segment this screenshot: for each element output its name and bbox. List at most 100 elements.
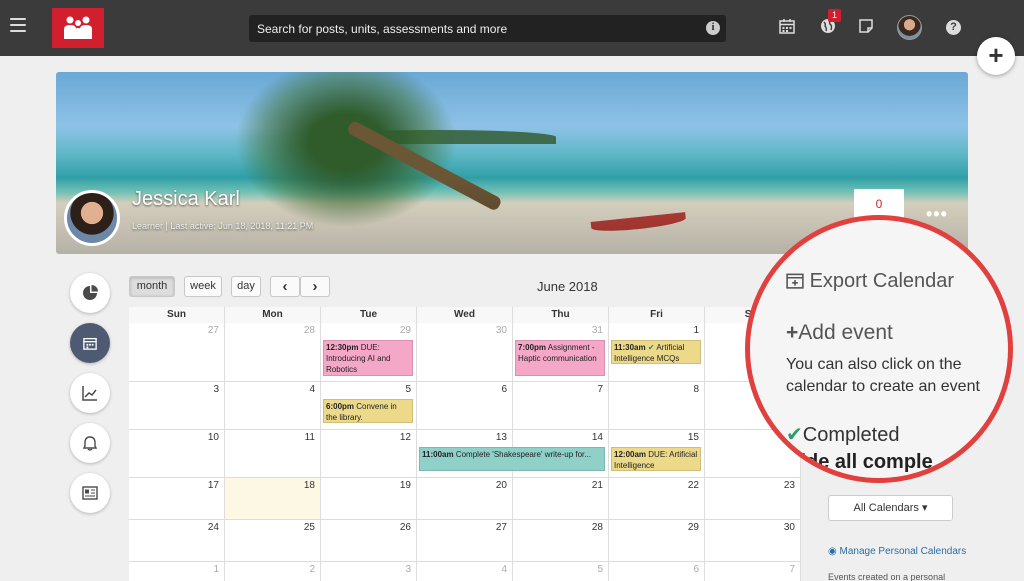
more-options-icon[interactable]: •••: [926, 204, 948, 225]
add-event-link[interactable]: +Add event: [786, 321, 893, 345]
calendar-event[interactable]: 12:30pm DUE: Introducing AI and Robotics: [323, 340, 413, 376]
event-title: Complete 'Shakespeare' write-up for...: [455, 450, 591, 459]
calendar-day-cell[interactable]: 1: [129, 562, 225, 581]
help-icon[interactable]: ?: [946, 20, 961, 35]
export-calendar-link[interactable]: Export Calendar: [786, 270, 954, 293]
prev-month-button[interactable]: ‹: [270, 276, 300, 297]
day-number: 17: [207, 480, 219, 491]
check-icon: ✔: [786, 424, 803, 446]
calendar-day-cell[interactable]: 5: [513, 562, 609, 581]
day-number: 2: [309, 564, 315, 575]
calendar-icon[interactable]: [779, 18, 797, 36]
add-fab-button[interactable]: +: [977, 37, 1015, 75]
notes-icon[interactable]: [858, 18, 876, 36]
calendar-day-cell[interactable]: 12: [321, 430, 417, 478]
day-number: 23: [783, 480, 795, 491]
calendar-day-cell[interactable]: 4: [225, 382, 321, 430]
day-number: 3: [405, 564, 411, 575]
day-number: 27: [495, 522, 507, 533]
all-calendars-dropdown[interactable]: All Calendars ▾: [828, 495, 953, 521]
calendar-day-cell[interactable]: 28: [513, 520, 609, 562]
day-number: 30: [495, 325, 507, 336]
completed-filter[interactable]: ✔Completed: [786, 422, 899, 447]
day-number: 28: [591, 522, 603, 533]
calendar-day-cell[interactable]: 19: [321, 478, 417, 520]
calendar-day-cell[interactable]: 11: [225, 430, 321, 478]
calendar-day-cell[interactable]: 6: [417, 382, 513, 430]
calendar-event[interactable]: 12:00am DUE: Artificial Intelligence: [611, 447, 701, 471]
calendar-day-cell[interactable]: 18: [225, 478, 321, 520]
next-month-button[interactable]: ›: [300, 276, 330, 297]
calendar-day-cell[interactable]: 8: [609, 382, 705, 430]
menu-icon[interactable]: [10, 18, 26, 38]
add-event-label: Add event: [798, 321, 893, 344]
day-view-button[interactable]: day: [231, 276, 261, 297]
trend-chart-icon[interactable]: [70, 373, 110, 413]
calendar-day-cell[interactable]: 27: [417, 520, 513, 562]
calendar-event[interactable]: 7:00pm Assignment - Haptic communication: [515, 340, 605, 376]
day-header: Tue: [321, 307, 417, 323]
completed-label: Completed: [802, 424, 900, 446]
day-number: 15: [687, 432, 699, 443]
newspaper-icon[interactable]: [70, 473, 110, 513]
calendar-day-cell[interactable]: 3: [321, 562, 417, 581]
calendar-day-cell[interactable]: 25: [225, 520, 321, 562]
calendar-day-cell[interactable]: 10: [129, 430, 225, 478]
day-header: Wed: [417, 307, 513, 323]
month-view-button[interactable]: month: [129, 276, 175, 297]
calendar-day-cell[interactable]: 2: [225, 562, 321, 581]
calendar-day-cell[interactable]: 27: [129, 323, 225, 382]
manage-calendars-link[interactable]: ◉ Manage Personal Calendars: [828, 545, 966, 558]
calendar-day-cell[interactable]: 4: [417, 562, 513, 581]
day-number: 12: [399, 432, 411, 443]
calendar-nav-icon[interactable]: [70, 323, 110, 363]
calendar-day-cell[interactable]: 7: [705, 562, 801, 581]
bell-icon[interactable]: [70, 423, 110, 463]
zoom-callout: Export Calendar +Add event You can also …: [745, 215, 1013, 483]
calendar-day-cell[interactable]: 17: [129, 478, 225, 520]
calendar-event[interactable]: 6:00pm Convene in the library.: [323, 399, 413, 423]
calendar-day-cell[interactable]: 7: [513, 382, 609, 430]
day-header: Fri: [609, 307, 705, 323]
search-placeholder: Search for posts, units, assessments and…: [257, 22, 508, 36]
calendar-event[interactable]: 11:00am Complete 'Shakespeare' write-up …: [419, 447, 605, 471]
day-number: 7: [789, 564, 795, 575]
day-number: 14: [591, 432, 603, 443]
pie-chart-icon[interactable]: [70, 273, 110, 313]
calendar-day-cell[interactable]: 28: [225, 323, 321, 382]
calendar-day-cell[interactable]: 24: [129, 520, 225, 562]
week-view-button[interactable]: week: [184, 276, 222, 297]
user-icon: ◉: [828, 546, 840, 557]
event-time: 12:30pm: [326, 343, 359, 352]
event-time: 7:00pm: [518, 343, 547, 352]
day-number: 29: [399, 325, 411, 336]
calendar-day-cell[interactable]: 23: [705, 478, 801, 520]
app-logo[interactable]: [52, 8, 104, 48]
event-time: 11:00am: [422, 450, 454, 459]
calendar-day-cell[interactable]: 21: [513, 478, 609, 520]
calendar-day-cell[interactable]: 30: [705, 520, 801, 562]
avatar[interactable]: [897, 15, 922, 40]
calendar-day-cell[interactable]: 26: [321, 520, 417, 562]
search-input[interactable]: Search for posts, units, assessments and…: [249, 15, 726, 42]
hide-completed-toggle[interactable]: Hide all comple: [786, 451, 933, 474]
event-time: 12:00am: [614, 450, 647, 459]
add-event-hint: You can also click on the calendar to cr…: [786, 356, 980, 395]
calendar-day-cell[interactable]: 6: [609, 562, 705, 581]
day-number: 8: [693, 384, 699, 395]
calendar-day-cell[interactable]: 29: [609, 520, 705, 562]
event-time: 6:00pm: [326, 402, 355, 411]
calendar-day-cell[interactable]: 22: [609, 478, 705, 520]
calendar-day-cell[interactable]: 30: [417, 323, 513, 382]
calendar-event[interactable]: 11:30am ✔ Artificial Intelligence MCQs: [611, 340, 701, 364]
day-number: 13: [495, 432, 507, 443]
day-number: 10: [207, 432, 219, 443]
info-icon[interactable]: i: [706, 21, 720, 35]
manage-calendars-label: Manage Personal Calendars: [839, 546, 967, 557]
day-number: 3: [213, 384, 219, 395]
calendar-day-cell[interactable]: 3: [129, 382, 225, 430]
day-number: 29: [687, 522, 699, 533]
calendar-day-cell[interactable]: 20: [417, 478, 513, 520]
profile-avatar[interactable]: [64, 190, 120, 246]
day-number: 26: [399, 522, 411, 533]
